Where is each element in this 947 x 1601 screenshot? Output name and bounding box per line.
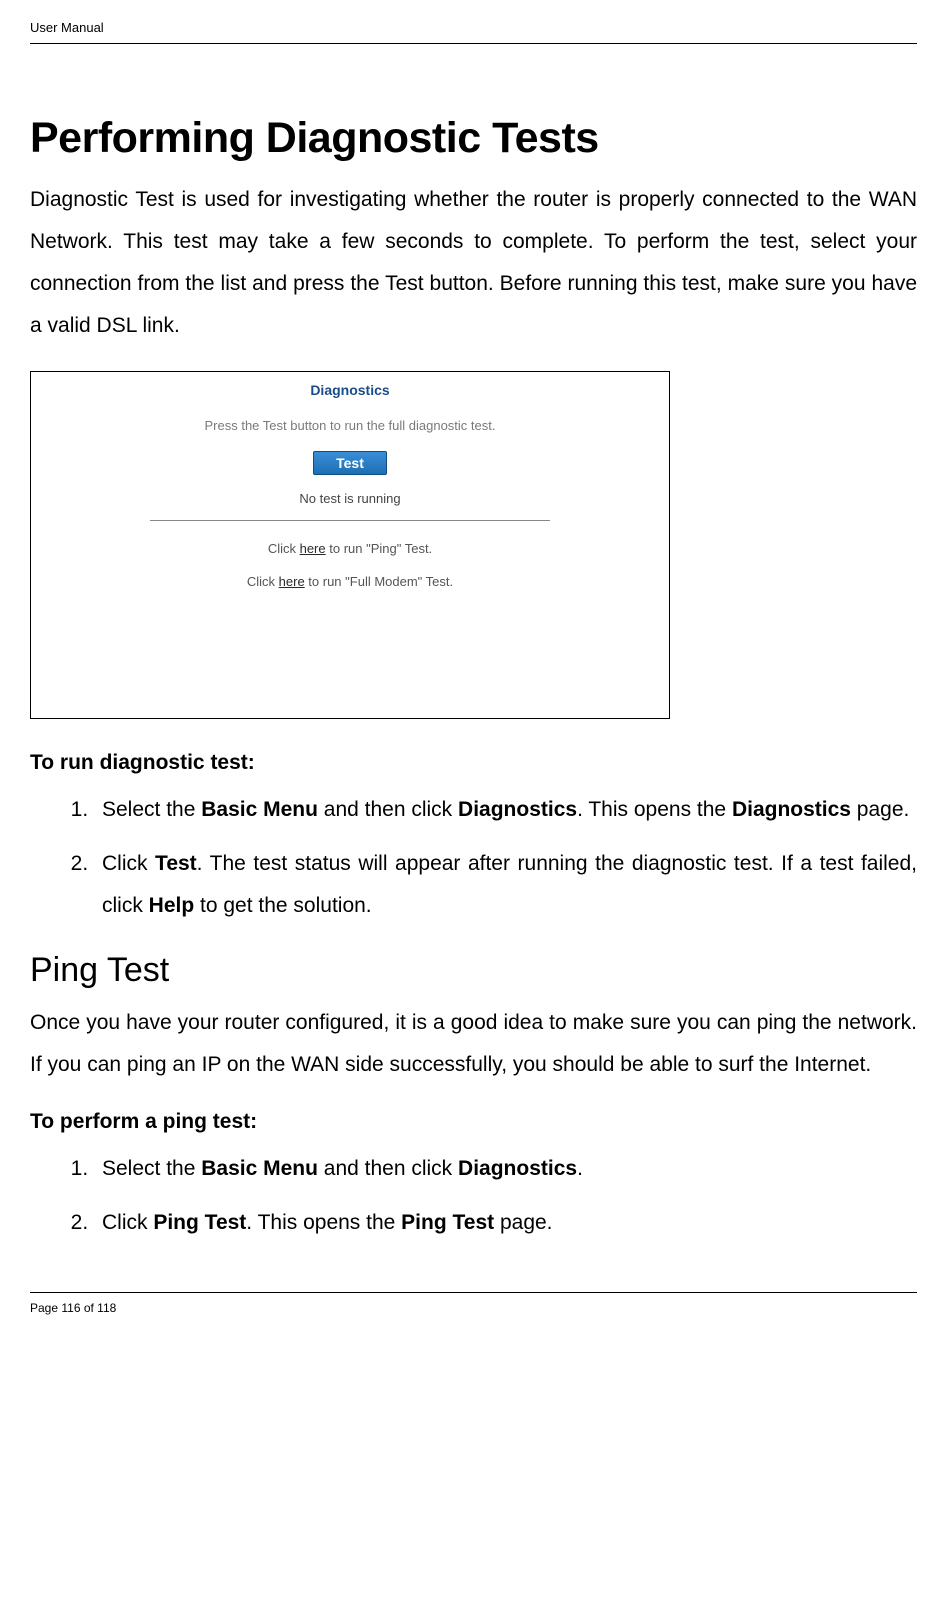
page-header: User Manual bbox=[30, 20, 917, 44]
full-modem-here-link[interactable]: here bbox=[279, 574, 305, 589]
step-text: Select the bbox=[102, 798, 201, 821]
step-bold: Basic Menu bbox=[201, 798, 318, 821]
ping-intro-paragraph: Once you have your router configured, it… bbox=[30, 1002, 917, 1086]
step-text: to get the solution. bbox=[194, 894, 371, 917]
step-text: Select the bbox=[102, 1157, 201, 1180]
step-bold: Basic Menu bbox=[201, 1157, 318, 1180]
test-button-container: Test bbox=[31, 451, 669, 475]
step-bold: Diagnostics bbox=[458, 798, 577, 821]
diag-step-2: Click Test. The test status will appear … bbox=[94, 843, 917, 927]
link-text-post: to run "Ping" Test. bbox=[326, 541, 433, 556]
ping-step-1: Select the Basic Menu and then click Dia… bbox=[94, 1148, 917, 1190]
step-text: page. bbox=[851, 798, 909, 821]
link-text-pre: Click bbox=[268, 541, 300, 556]
step-bold: Help bbox=[149, 894, 195, 917]
main-heading: Performing Diagnostic Tests bbox=[30, 114, 917, 163]
link-text-post2: to run "Full Modem" Test. bbox=[305, 574, 453, 589]
diag-test-subhead: To run diagnostic test: bbox=[30, 751, 917, 775]
full-modem-link-row: Click here to run "Full Modem" Test. bbox=[31, 574, 669, 589]
ping-test-subhead: To perform a ping test: bbox=[30, 1110, 917, 1134]
step-bold: Diagnostics bbox=[458, 1157, 577, 1180]
ping-test-heading: Ping Test bbox=[30, 951, 917, 990]
step-text: and then click bbox=[318, 798, 458, 821]
ping-step-2: Click Ping Test. This opens the Ping Tes… bbox=[94, 1202, 917, 1244]
ping-test-steps: Select the Basic Menu and then click Dia… bbox=[94, 1148, 917, 1244]
diagnostics-panel-title: Diagnostics bbox=[31, 372, 669, 398]
step-text: Click bbox=[102, 852, 155, 875]
ping-test-here-link[interactable]: here bbox=[300, 541, 326, 556]
diag-step-1: Select the Basic Menu and then click Dia… bbox=[94, 789, 917, 831]
link-text-pre2: Click bbox=[247, 574, 279, 589]
ping-test-link-row: Click here to run "Ping" Test. bbox=[31, 541, 669, 556]
test-button[interactable]: Test bbox=[313, 451, 387, 475]
intro-paragraph: Diagnostic Test is used for investigatin… bbox=[30, 179, 917, 347]
header-title: User Manual bbox=[30, 20, 104, 35]
step-bold: Ping Test bbox=[153, 1211, 246, 1234]
step-text: page. bbox=[494, 1211, 552, 1234]
page-number: Page 116 of 118 bbox=[30, 1301, 116, 1315]
step-text: and then click bbox=[318, 1157, 458, 1180]
step-bold: Test bbox=[155, 852, 197, 875]
step-bold: Diagnostics bbox=[732, 798, 851, 821]
step-text: . This opens the bbox=[246, 1211, 401, 1234]
step-text: . bbox=[577, 1157, 583, 1180]
step-text: Click bbox=[102, 1211, 153, 1234]
step-text: . This opens the bbox=[577, 798, 732, 821]
diag-test-steps: Select the Basic Menu and then click Dia… bbox=[94, 789, 917, 927]
diagnostics-instruction: Press the Test button to run the full di… bbox=[31, 418, 669, 433]
diagnostics-status: No test is running bbox=[150, 491, 550, 521]
diagnostics-screenshot: Diagnostics Press the Test button to run… bbox=[30, 371, 670, 719]
step-bold: Ping Test bbox=[401, 1211, 494, 1234]
page-footer: Page 116 of 118 bbox=[30, 1292, 917, 1315]
